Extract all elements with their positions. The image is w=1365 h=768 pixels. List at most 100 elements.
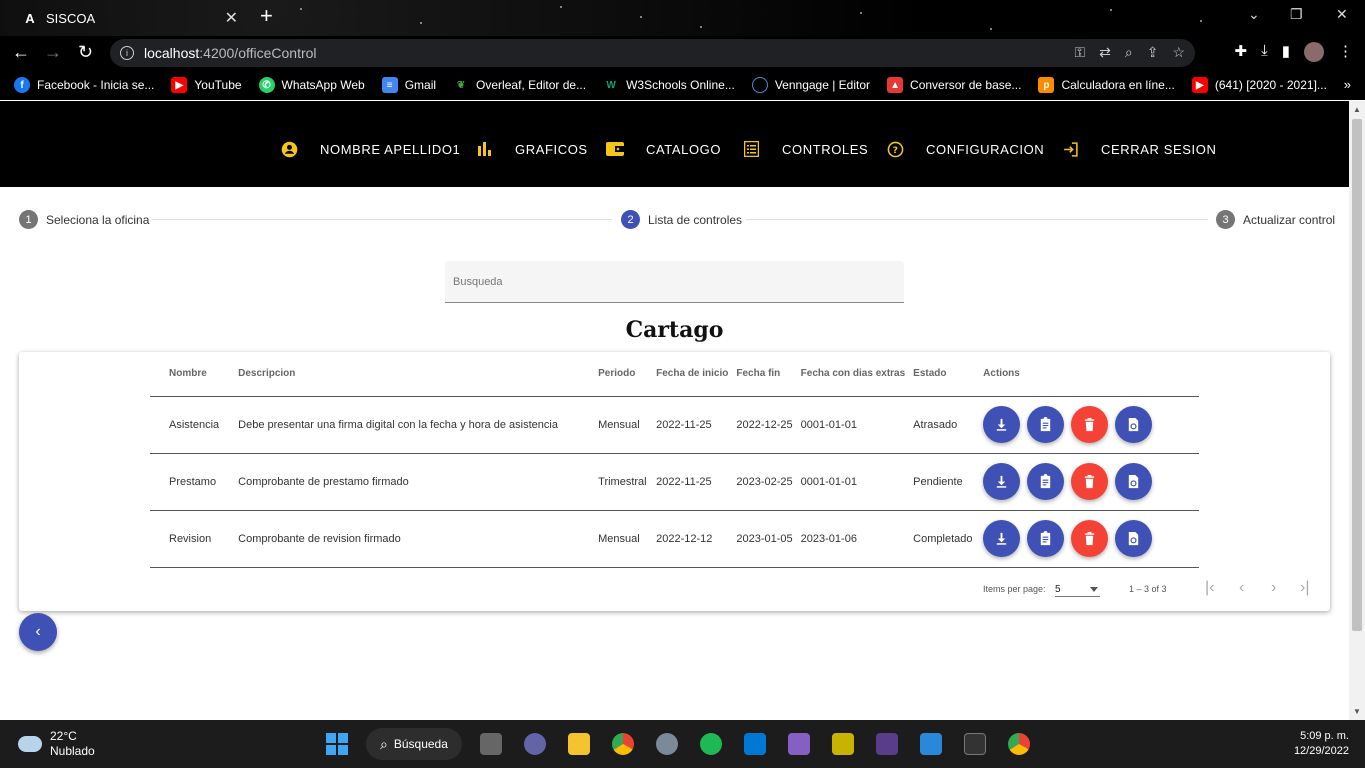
column-header-fecha-extras[interactable]: Fecha con dias extras [792, 352, 906, 397]
view-details-button[interactable] [1027, 520, 1065, 557]
clipboard-icon [1040, 417, 1051, 432]
zoom-icon[interactable]: ⌕ [1125, 44, 1133, 61]
cell-fecha-extras: 0001-01-01 [792, 453, 906, 511]
close-tab-icon[interactable]: ✕ [225, 8, 238, 28]
nav-catalogo[interactable]: CATALOGO [606, 140, 721, 158]
download-button[interactable] [983, 463, 1021, 500]
delete-button[interactable] [1071, 520, 1109, 557]
bookmark-gmail[interactable]: ≡ Gmail [381, 77, 436, 93]
view-details-button[interactable] [1027, 406, 1065, 443]
update-file-button[interactable] [1115, 406, 1153, 443]
search-field[interactable] [445, 261, 904, 303]
bookmark-w3schools[interactable]: W W3Schools Online... [603, 77, 735, 93]
terminal-purple-button[interactable] [872, 729, 902, 759]
sticky-app-button[interactable] [828, 729, 858, 759]
paginator: Items per page: 5 1 – 3 of 3 |‹ ‹ › ›| [19, 577, 1330, 605]
nav-logout[interactable]: CERRAR SESION [1061, 140, 1216, 158]
url-text[interactable]: localhost:4200/officeControl [144, 45, 317, 61]
bookmark-whatsapp[interactable]: ✆ WhatsApp Web [258, 77, 365, 93]
share-icon[interactable]: ⇪ [1147, 44, 1159, 61]
delete-button[interactable] [1071, 406, 1109, 443]
task-view-button[interactable] [476, 729, 506, 759]
bookmark-converter[interactable]: ▲ Conversor de base... [887, 77, 1021, 93]
bookmark-youtube[interactable]: ▶ YouTube [171, 77, 242, 93]
bookmark-overleaf[interactable]: ❦ Overleaf, Editor de... [453, 77, 586, 93]
side-panel-icon[interactable]: ▮ [1282, 42, 1290, 62]
reload-icon[interactable]: ↻ [78, 42, 93, 62]
extensions-icon[interactable]: ✚ [1235, 42, 1248, 62]
new-tab-icon[interactable]: + [260, 5, 273, 27]
vscode-button[interactable] [740, 729, 770, 759]
download-icon[interactable]: ⤓ [1261, 42, 1268, 62]
info-icon[interactable]: i [120, 46, 134, 60]
chevron-down-icon[interactable]: ⌄ [1248, 6, 1260, 23]
settings-button[interactable] [652, 729, 682, 759]
back-button[interactable]: ‹ [19, 613, 57, 651]
nav-graficos[interactable]: GRAFICOS [475, 140, 588, 158]
teams-chat-button[interactable] [520, 729, 550, 759]
cell-actions [975, 396, 1199, 454]
close-window-icon[interactable]: ✕ [1336, 6, 1348, 23]
system-clock[interactable]: 5:09 p. m. 12/29/2022 [1294, 729, 1349, 759]
file-explorer-button[interactable] [564, 729, 594, 759]
visual-studio-button[interactable] [784, 729, 814, 759]
spotify-button[interactable] [696, 729, 726, 759]
bookmark-venngage[interactable]: Venngage | Editor [751, 77, 870, 93]
bookmark-calculator[interactable]: p Calculadora en líne... [1038, 77, 1175, 93]
column-header-estado[interactable]: Estado [905, 352, 976, 397]
delete-button[interactable] [1071, 463, 1109, 500]
scrollbar-thumb[interactable] [1352, 119, 1362, 631]
scroll-up-icon[interactable]: ▲ [1353, 105, 1361, 114]
column-header-descripcion[interactable]: Descripcion [219, 352, 591, 397]
last-page-icon[interactable]: ›| [1300, 579, 1309, 597]
column-header-periodo[interactable]: Periodo [590, 352, 649, 397]
more-bookmarks-icon[interactable]: » [1344, 77, 1351, 92]
download-button[interactable] [983, 406, 1021, 443]
scroll-down-icon[interactable]: ▼ [1353, 707, 1361, 716]
chrome-active-button[interactable] [608, 729, 638, 759]
start-button[interactable] [322, 729, 352, 759]
weather-widget[interactable]: 22°C Nublado [18, 729, 95, 759]
page-scrollbar[interactable]: ▲ ▼ [1349, 101, 1365, 720]
taskbar-search[interactable]: ⌕ Búsqueda [366, 728, 462, 760]
view-details-button[interactable] [1027, 463, 1065, 500]
bookmark-youtube-video[interactable]: ▶ (641) [2020 - 2021]... [1191, 77, 1327, 93]
bookmark-facebook[interactable]: f Facebook - Inicia se... [14, 77, 154, 93]
chrome-button[interactable] [1004, 729, 1034, 759]
download-button[interactable] [983, 520, 1021, 557]
menu-dots-icon[interactable]: ⋮ [1338, 42, 1353, 62]
profile-avatar[interactable] [1304, 42, 1324, 62]
cell-nombre: Revision [150, 510, 220, 568]
previous-page-icon[interactable]: ‹ [1239, 579, 1244, 597]
browser-tab-strip: A SISCOA ✕ + ⌄ ❐ ✕ [0, 0, 1365, 36]
column-header-fecha-fin[interactable]: Fecha fin [728, 352, 793, 397]
nav-controles[interactable]: CONTROLES [742, 140, 868, 158]
update-file-button[interactable] [1115, 520, 1153, 557]
forward-arrow-icon[interactable]: → [44, 42, 62, 62]
step-control-list[interactable]: 2 Lista de controles [621, 210, 742, 229]
items-per-page-label: Items per page: [983, 584, 1046, 594]
column-header-fecha-inicio[interactable]: Fecha de inicio [648, 352, 729, 397]
cell-fecha-fin: 2022-12-25 [728, 396, 793, 454]
step-label: Seleciona la oficina [46, 212, 150, 227]
browser-tab[interactable]: A SISCOA ✕ [8, 4, 248, 32]
photos-button[interactable] [916, 729, 946, 759]
cell-descripcion: Comprobante de revision firmado [219, 510, 591, 568]
page-size-select[interactable]: 5 [1055, 579, 1100, 597]
column-header-nombre[interactable]: Nombre [150, 352, 220, 397]
next-page-icon[interactable]: › [1271, 579, 1276, 597]
address-bar[interactable]: i localhost:4200/officeControl ⚿ ⇄ ⌕ ⇪ ☆ [110, 39, 1195, 67]
search-input[interactable] [445, 261, 904, 302]
restore-window-icon[interactable]: ❐ [1290, 6, 1303, 23]
first-page-icon[interactable]: |‹ [1205, 579, 1214, 597]
key-icon[interactable]: ⚿ [1074, 44, 1085, 61]
terminal-button[interactable] [960, 729, 990, 759]
back-arrow-icon[interactable]: ← [12, 42, 30, 62]
nav-user[interactable]: NOMBRE APELLIDO1 [280, 140, 460, 158]
translate-icon[interactable]: ⇄ [1099, 44, 1111, 61]
step-select-office[interactable]: 1 Seleciona la oficina [19, 210, 149, 229]
step-update-control[interactable]: 3 Actualizar control [1216, 210, 1335, 229]
star-icon[interactable]: ☆ [1172, 44, 1185, 61]
nav-configuracion[interactable]: ? CONFIGURACION [886, 140, 1044, 158]
update-file-button[interactable] [1115, 463, 1153, 500]
